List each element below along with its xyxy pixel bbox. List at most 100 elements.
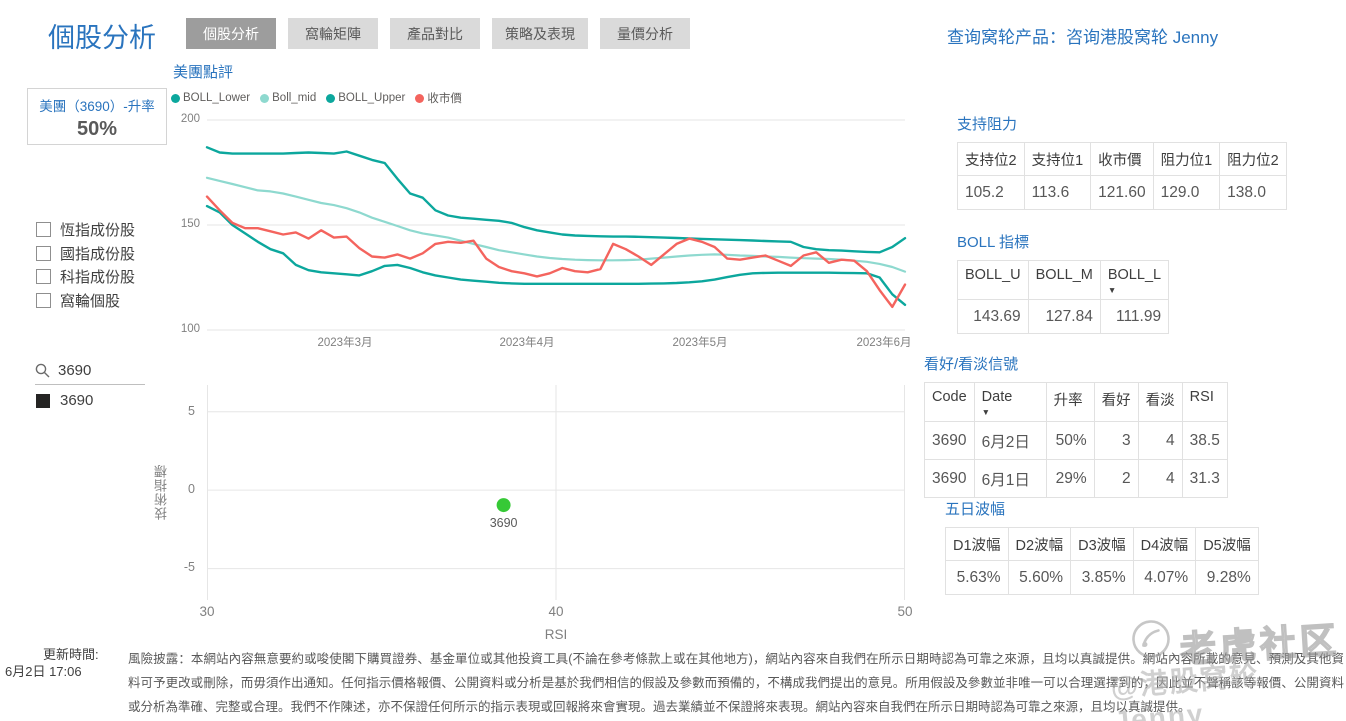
legend-dot-icon [326,93,336,103]
x-tick: 50 [897,604,913,619]
table-cell: 121.60 [1090,175,1154,210]
table-cell: 2 [1093,459,1139,498]
checkbox-icon[interactable] [36,245,51,261]
table-cell: 3 [1093,421,1139,460]
tiger-community-logo-icon [1132,620,1170,658]
table-cell: 9.28% [1195,560,1259,595]
y-tick: 100 [180,323,200,335]
x-tick: 2023年4月 [499,337,555,349]
column-header[interactable]: RSI [1181,382,1228,422]
checkbox-icon[interactable] [36,222,51,238]
scatter-point[interactable] [496,498,511,513]
page-title: 個股分析 [48,23,156,53]
table-cell: 129.0 [1152,175,1221,210]
table-cell: 3690 [924,459,975,498]
column-header[interactable]: BOLL_M [1027,260,1101,300]
column-header[interactable]: 收市價 [1090,142,1154,176]
support-resistance-panel: 支持阻力 支持位2 支持位1 收市價 阻力位1 阻力位2 105.2 113.6 121.60… [957,113,1287,210]
table-cell: 3.85% [1070,560,1134,595]
tab-strategy-performance[interactable]: 策略及表現 [492,18,588,49]
column-header[interactable]: 看淡 [1137,382,1183,422]
column-header[interactable]: 支持位1 [1023,142,1092,176]
column-header[interactable]: 升率 [1045,382,1095,422]
column-header[interactable]: D1波幅 [945,527,1009,561]
filter-label: 窩輪個股 [60,292,121,310]
checkbox-icon[interactable] [36,269,51,285]
filter-hsi-constituents[interactable]: 恆指成份股 [36,218,135,242]
contact-link[interactable]: 查询窝轮产品：咨询港股窝轮 Jenny [947,23,1218,48]
boll-indicator-table: BOLL_U BOLL_M BOLL_L ▼ 143.69 127.84 111.99 [957,260,1170,334]
stock-kpi-label: 美團（3690）-升率 [39,99,155,114]
table-cell: 111.99 [1099,299,1170,334]
price-boll-line-chart[interactable] [205,119,907,331]
support-resistance-title: 支持阻力 [957,116,1018,133]
stock-search [35,362,145,385]
search-input[interactable] [58,362,128,379]
table-cell: 143.69 [957,299,1029,334]
column-header[interactable]: D3波幅 [1070,527,1134,561]
volatility-title: 五日波幅 [945,501,1006,518]
x-tick: 2023年6月 [856,337,912,349]
column-header[interactable]: BOLL_U [957,260,1029,300]
chart-legend-item-0[interactable]: BOLL_Lower [171,92,250,104]
signal-title: 看好/看淡信號 [924,356,1019,373]
filter-tech-index-constituents[interactable]: 科指成份股 [36,265,135,289]
column-header[interactable]: D2波幅 [1007,527,1072,561]
column-header[interactable]: 支持位2 [957,142,1025,176]
volatility-panel: 五日波幅 D1波幅 D2波幅 D3波幅 D4波幅 D5波幅 5.63% 5.60% 3.85%… [945,498,1259,595]
selected-stock-label: 3690 [60,392,94,409]
chart-legend-item-1[interactable]: Boll_mid [260,92,316,104]
table-row: 105.2 113.6 121.60 129.0 138.0 [957,175,1287,210]
table-cell: 127.84 [1027,299,1101,334]
sort-descending-icon[interactable]: ▼ [982,408,1039,417]
y-tick: -5 [183,560,195,574]
update-time-value: 6月2日 17:06 [5,664,82,679]
tab-stock-analysis[interactable]: 個股分析 [186,18,276,49]
table-cell: 38.5 [1181,421,1228,460]
chart-line-3 [205,195,907,309]
column-header[interactable]: 看好 [1093,382,1139,422]
legend-label: Boll_mid [272,92,317,104]
table-cell: 138.0 [1219,175,1287,210]
column-header[interactable]: 阻力位2 [1219,142,1287,176]
column-header[interactable]: 阻力位1 [1152,142,1221,176]
tab-bar: 個股分析 窩輪矩陣 產品對比 策略及表現 量價分析 [186,18,690,49]
column-header[interactable]: Code [924,382,975,422]
x-tick: 2023年5月 [672,337,728,349]
table-cell: 3690 [924,421,975,460]
filter-warrant-stocks[interactable]: 窩輪個股 [36,289,135,313]
selected-stock-legend[interactable]: 3690 [36,392,93,409]
stock-kpi-card: 美團（3690）-升率 50% [27,88,167,145]
filter-label: 科指成份股 [60,269,136,287]
table-cell: 113.6 [1023,175,1092,210]
table-cell: 6月2日 [973,421,1047,460]
chart-line-0 [205,204,907,307]
column-header[interactable]: BOLL_L ▼ [1099,260,1170,300]
sort-descending-icon[interactable]: ▼ [1108,286,1161,295]
column-header[interactable]: D5波幅 [1195,527,1259,561]
column-header[interactable]: Date ▼ [973,382,1047,422]
volatility-table: D1波幅 D2波幅 D3波幅 D4波幅 D5波幅 5.63% 5.60% 3.85% 4.07%… [945,527,1259,595]
tab-product-compare[interactable]: 產品對比 [390,18,480,49]
filter-label: 國指成份股 [60,245,136,263]
table-cell: 4 [1137,421,1183,460]
tab-warrant-matrix[interactable]: 窩輪矩陣 [288,18,378,49]
filter-hscei-constituents[interactable]: 國指成份股 [36,242,135,266]
main-chart-legend: BOLL_Lower Boll_mid BOLL_Upper 收市價 [171,90,462,106]
dashboard-root: 個股分析 個股分析 窩輪矩陣 產品對比 策略及表現 量價分析 查询窝轮产品：咨询… [0,0,1346,721]
checkbox-icon[interactable] [36,292,51,308]
legend-label: 收市價 [427,93,462,105]
column-header[interactable]: D4波幅 [1132,527,1197,561]
tab-volume-price[interactable]: 量價分析 [600,18,690,49]
chart-legend-item-3[interactable]: 收市價 [415,90,462,106]
table-cell: 50% [1045,421,1095,460]
boll-indicator-panel: BOLL 指標 BOLL_U BOLL_M BOLL_L ▼ 143.69 127.84 1… [957,231,1170,334]
rsi-scatter-chart[interactable]: 3690 [207,385,905,600]
y-tick: 5 [188,404,195,418]
index-filter-list: 恆指成份股 國指成份股 科指成份股 窩輪個股 [36,218,135,312]
legend-label: BOLL_Lower [183,92,251,104]
chart-legend-item-2[interactable]: BOLL_Upper [326,92,405,104]
table-cell: 5.63% [945,560,1009,595]
table-cell: 6月1日 [973,459,1047,498]
main-chart-title: 美團點評 [173,64,234,81]
